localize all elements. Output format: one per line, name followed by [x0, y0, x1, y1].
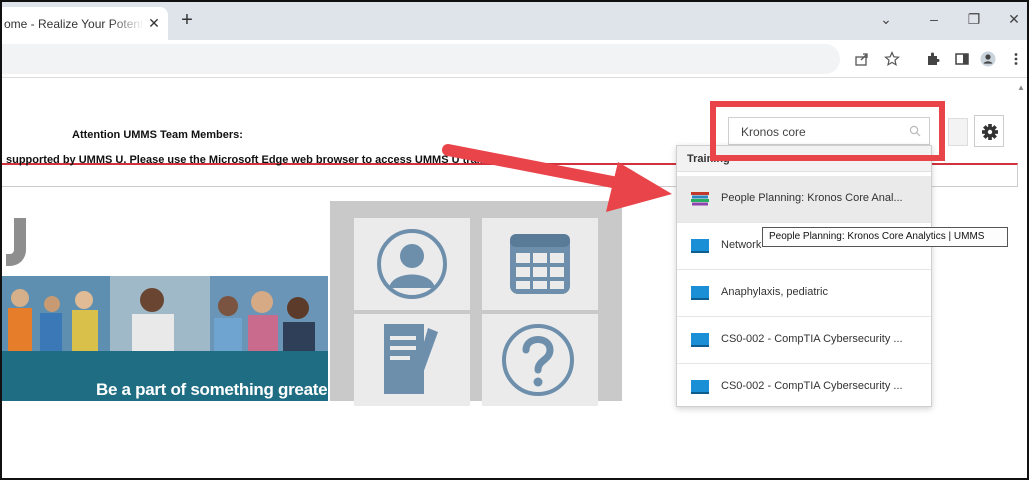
banner-caption: Be a part of something greater. [96, 380, 338, 399]
settings-button[interactable] [974, 115, 1004, 147]
result-item-label: Anaphylaxis, pediatric [721, 286, 829, 298]
banner-photo [0, 276, 328, 351]
user-avatar-button[interactable] [948, 118, 968, 146]
notice-heading: Attention UMMS Team Members: [72, 129, 243, 141]
gear-icon [982, 124, 998, 140]
course-screen-icon [691, 239, 709, 253]
tab-search-chevron-icon[interactable]: ⌄ [878, 10, 894, 28]
address-bar[interactable] [0, 44, 840, 74]
result-item[interactable]: Anaphylaxis, pediatric [677, 270, 931, 317]
profile-tile[interactable] [354, 218, 470, 310]
result-item[interactable]: CS0-002 - CompTIA Cybersecurity ... [677, 317, 931, 364]
sidepanel-icon[interactable] [954, 51, 970, 67]
annotation-highlight-box [710, 101, 945, 161]
quick-links-panel [330, 201, 622, 406]
result-tooltip: People Planning: Kronos Core Analytics |… [762, 227, 1008, 247]
course-screen-icon [691, 380, 709, 394]
notice-body: supported by UMMS U. Please use the Micr… [6, 154, 506, 166]
result-item-label: Network [721, 239, 762, 251]
restore-button[interactable]: ❐ [966, 10, 982, 28]
document-tile[interactable] [354, 314, 470, 406]
browser-tab-strip: ome - Realize Your Potential ✕ + ⌄ – ❐ ✕ [0, 0, 1029, 40]
menu-kebab-icon[interactable] [1008, 51, 1024, 67]
course-screen-icon [691, 333, 709, 347]
result-item-label: CS0-002 - CompTIA Cybersecurity ... [721, 333, 903, 345]
result-item-label: CS0-002 - CompTIA Cybersecurity ... [721, 380, 903, 392]
books-icon [691, 192, 709, 206]
help-question-icon [502, 324, 574, 396]
minimize-button[interactable]: – [926, 10, 942, 28]
course-screen-icon [691, 286, 709, 300]
bookmark-star-icon[interactable] [884, 51, 900, 67]
result-item[interactable]: CS0-002 - CompTIA Cybersecurity ... [677, 364, 931, 411]
calendar-icon [510, 234, 570, 294]
extensions-icon[interactable] [925, 51, 941, 67]
browser-toolbar [0, 40, 1029, 78]
help-tile[interactable] [482, 314, 598, 406]
result-item[interactable]: People Planning: Kronos Core Anal... [677, 176, 931, 223]
site-logo [6, 218, 26, 266]
tab-close-icon[interactable]: ✕ [147, 15, 161, 31]
browser-tab-active[interactable]: ome - Realize Your Potential ✕ [0, 7, 168, 40]
new-tab-button[interactable]: + [178, 10, 196, 30]
scroll-up-arrow-icon[interactable]: ▲ [1017, 83, 1027, 93]
calendar-tile[interactable] [482, 218, 598, 310]
document-edit-icon [384, 324, 438, 394]
profile-icon[interactable] [980, 51, 996, 67]
close-window-button[interactable]: ✕ [1006, 10, 1022, 28]
profile-icon [377, 229, 447, 299]
share-icon[interactable] [854, 51, 870, 67]
search-results-dropdown: Training People Planning: Kronos Core An… [676, 145, 932, 407]
result-item-label: People Planning: Kronos Core Anal... [721, 192, 903, 204]
